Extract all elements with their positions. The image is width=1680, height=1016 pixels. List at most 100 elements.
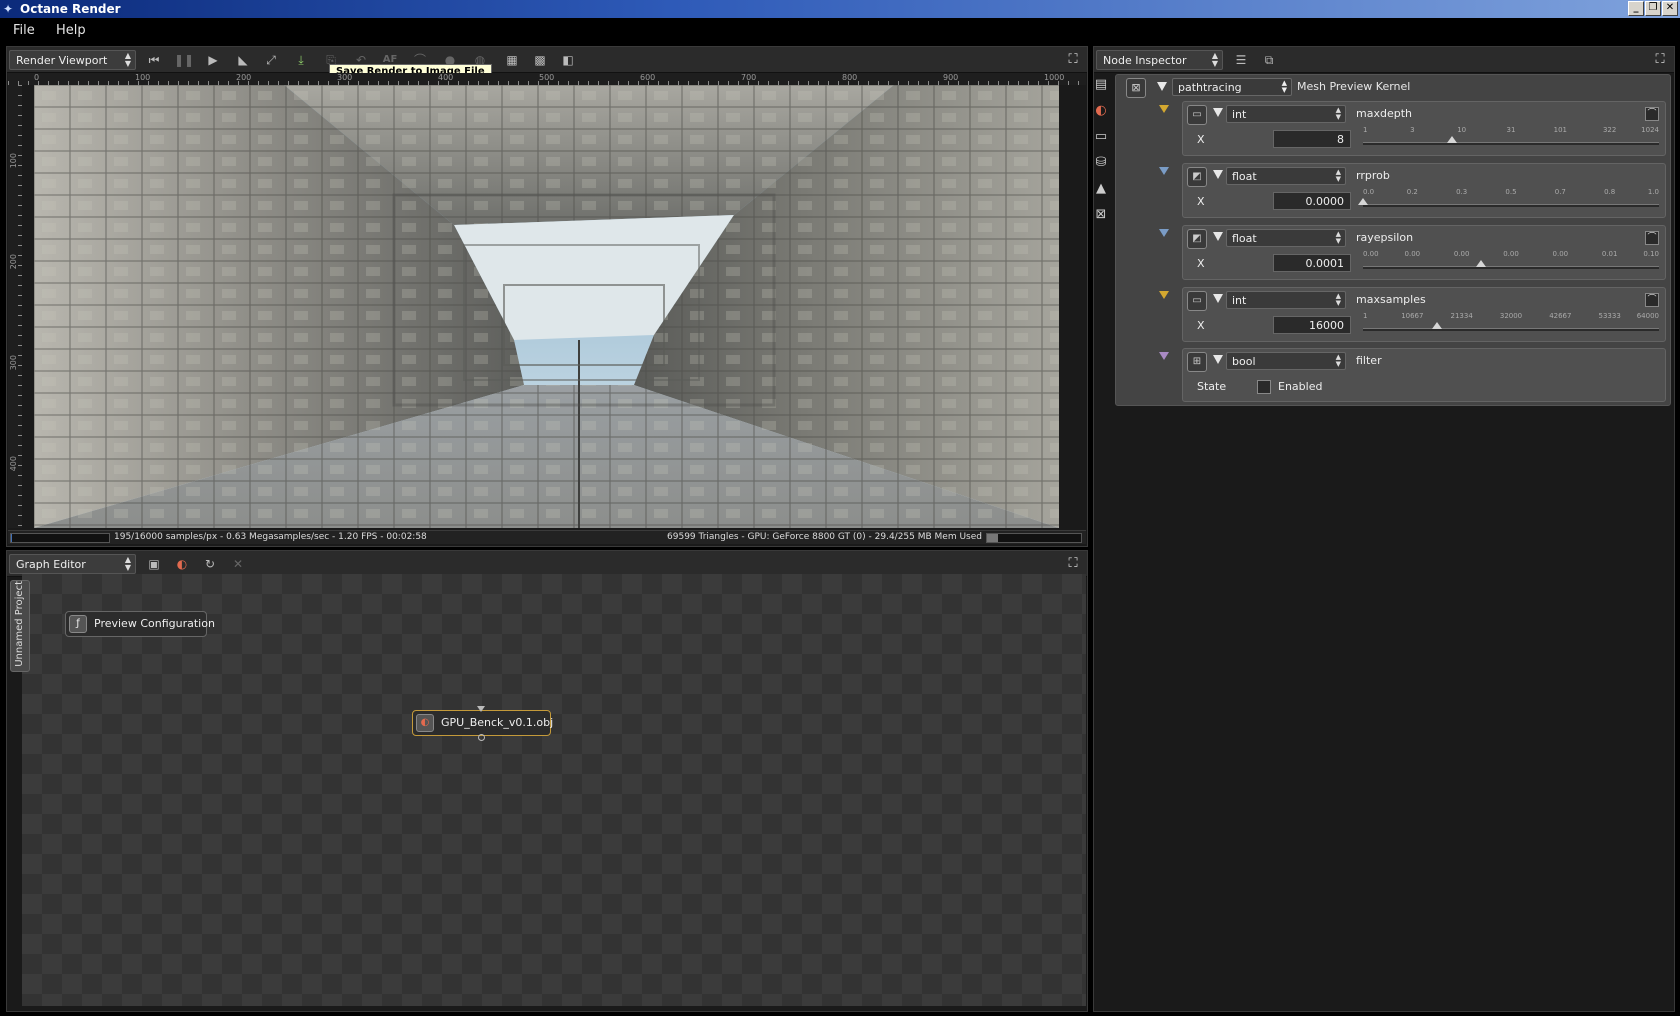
render-status-bar: 195/16000 samples/px - 0.63 Megasamples/… bbox=[8, 530, 1086, 544]
new-node-icon[interactable]: ▣ bbox=[144, 555, 164, 573]
slider-thumb[interactable] bbox=[1446, 136, 1457, 143]
minimize-button[interactable]: _ bbox=[1628, 1, 1644, 16]
param-type-select[interactable]: float ▲ ▼ bbox=[1226, 229, 1346, 247]
param-rrprob: ◩ float ▲ ▼ rrprob X 0.0000 0.0 0.2 0.3 0.5 0… bbox=[1159, 163, 1666, 218]
delete-node-icon[interactable]: ✕ bbox=[228, 555, 248, 573]
param-type-select[interactable]: bool ▲ ▼ bbox=[1226, 352, 1346, 370]
select-arrows-icon: ▲ ▼ bbox=[124, 51, 131, 68]
curve-toggle-icon[interactable]: ⌒ bbox=[1645, 231, 1659, 245]
frame-icon[interactable]: ◧ bbox=[558, 51, 578, 69]
project-tab[interactable]: Unnamed Project bbox=[10, 580, 30, 672]
expand-triangle-icon[interactable] bbox=[1213, 108, 1223, 117]
graph-node-preview-configuration[interactable]: ƒ Preview Configuration bbox=[65, 611, 215, 637]
render-progress-fill bbox=[11, 534, 13, 542]
value-slider[interactable]: 1 10667 21334 32000 42667 53333 64000 bbox=[1363, 312, 1659, 338]
inspector-panel-type-select[interactable]: Node Inspector ▲ ▼ bbox=[1096, 50, 1223, 70]
slider-track[interactable] bbox=[1363, 328, 1659, 331]
material-icon[interactable]: ⛁ bbox=[1092, 154, 1110, 172]
picture-icon[interactable]: ▲ bbox=[1092, 180, 1110, 198]
close-button[interactable]: ✕ bbox=[1662, 1, 1678, 16]
curve-toggle-icon[interactable]: ⌒ bbox=[1645, 107, 1659, 121]
node-graph-canvas[interactable] bbox=[22, 574, 1086, 1006]
ruler-tick-label: 1000 bbox=[1044, 73, 1065, 82]
list-icon[interactable]: ▭ bbox=[1092, 128, 1110, 146]
inspector-content: ⊠ pathtracing ▲ ▼ Mesh Preview Kernel ▭ i… bbox=[1115, 74, 1671, 406]
param-type-select[interactable]: int ▲ ▼ bbox=[1226, 105, 1346, 123]
render-progress-bar bbox=[10, 533, 110, 543]
kernel-type-select[interactable]: pathtracing ▲ ▼ bbox=[1172, 78, 1292, 96]
expand-triangle-icon[interactable] bbox=[1213, 232, 1223, 241]
enabled-checkbox[interactable] bbox=[1257, 380, 1271, 394]
slider-scale-label: 1 bbox=[1363, 126, 1368, 134]
maximize-icon[interactable]: ⛶ bbox=[1065, 556, 1081, 572]
project-tab-label: Unnamed Project bbox=[14, 581, 25, 667]
slider-track[interactable] bbox=[1363, 142, 1659, 145]
rendered-tunnel-image bbox=[34, 85, 1059, 528]
pause-icon[interactable]: ❚❚ bbox=[174, 51, 194, 69]
node-input-pin[interactable] bbox=[477, 706, 485, 712]
rewind-icon[interactable]: ⏮ bbox=[144, 51, 164, 69]
value-slider[interactable]: 1 3 10 31 101 322 1024 bbox=[1363, 126, 1659, 152]
pin-icon[interactable] bbox=[1159, 352, 1169, 360]
play-icon[interactable]: ▶ bbox=[203, 51, 223, 69]
slider-scale-label: 322 bbox=[1602, 126, 1617, 134]
save-render-icon[interactable]: ⤓ bbox=[291, 51, 311, 69]
panel-type-select[interactable]: Render Viewport ▲ ▼ bbox=[9, 50, 136, 70]
expand-triangle-icon[interactable] bbox=[1157, 82, 1167, 91]
value-field[interactable]: 0.0001 bbox=[1273, 254, 1351, 272]
param-type-label: bool bbox=[1232, 355, 1256, 368]
pin-icon[interactable] bbox=[1159, 167, 1169, 175]
resize-icon[interactable]: ⤢ bbox=[261, 51, 281, 69]
value-field[interactable]: 8 bbox=[1273, 130, 1351, 148]
graph-node-mesh[interactable]: ◐ GPU_Benck_v0.1.obj bbox=[412, 710, 553, 736]
slider-track[interactable] bbox=[1363, 204, 1659, 207]
slider-thumb[interactable] bbox=[1432, 322, 1442, 329]
kernel-icon[interactable]: ⊠ bbox=[1092, 206, 1110, 224]
value-field[interactable]: 0.0000 bbox=[1273, 192, 1351, 210]
slider-scale-label: 3 bbox=[1410, 126, 1415, 134]
graph-panel-type-select[interactable]: Graph Editor ▲ ▼ bbox=[9, 554, 136, 574]
param-type-select[interactable]: float ▲ ▼ bbox=[1226, 167, 1346, 185]
value-slider[interactable]: 0.0 0.2 0.3 0.5 0.7 0.8 1.0 bbox=[1358, 188, 1659, 214]
bool-param-icon: ⊞ bbox=[1187, 352, 1207, 372]
memory-bar-fill bbox=[987, 534, 998, 542]
mesh-icon[interactable]: ◐ bbox=[1092, 102, 1110, 120]
pin-icon[interactable] bbox=[1159, 105, 1169, 113]
graph-panel-type-label: Graph Editor bbox=[16, 558, 86, 571]
slider-scale-label: 0.3 bbox=[1456, 188, 1468, 196]
value-field[interactable]: 16000 bbox=[1273, 316, 1351, 334]
ruler-tick-label: 500 bbox=[539, 73, 555, 82]
mesh-node-icon[interactable]: ◐ bbox=[172, 555, 192, 573]
restore-button[interactable]: ❐ bbox=[1645, 1, 1661, 16]
region-icon[interactable]: ▦ bbox=[502, 51, 522, 69]
checker-icon[interactable]: ▩ bbox=[530, 51, 550, 69]
menu-help[interactable]: Help bbox=[56, 23, 86, 38]
render-image[interactable] bbox=[34, 85, 1059, 528]
maximize-icon[interactable]: ⛶ bbox=[1652, 52, 1668, 68]
pin-icon[interactable] bbox=[1159, 291, 1169, 299]
slider-scale: 1 3 10 31 101 322 1024 bbox=[1363, 126, 1659, 136]
kernel-icon: ƒ bbox=[69, 615, 87, 633]
collapse-all-icon[interactable]: ☰ bbox=[1231, 51, 1251, 69]
slider-thumb[interactable] bbox=[1476, 260, 1487, 267]
expand-triangle-icon[interactable] bbox=[1213, 294, 1223, 303]
expand-all-icon[interactable]: ⧉ bbox=[1259, 51, 1279, 69]
slider-track[interactable] bbox=[1363, 266, 1659, 269]
camera-icon[interactable]: ◣ bbox=[233, 51, 253, 69]
pin-icon[interactable] bbox=[1159, 229, 1169, 237]
expand-triangle-icon[interactable] bbox=[1213, 170, 1223, 179]
value-slider[interactable]: 0.00 0.00 0.00 0.00 0.00 0.01 0.10 bbox=[1363, 250, 1659, 276]
param-type-select[interactable]: int ▲ ▼ bbox=[1226, 291, 1346, 309]
curve-toggle-icon[interactable]: ⌒ bbox=[1645, 293, 1659, 307]
node-output-pin[interactable] bbox=[478, 734, 485, 741]
ruler-tick-label: 100 bbox=[135, 73, 151, 82]
slider-scale-label: 0.8 bbox=[1604, 188, 1616, 196]
slider-scale-label: 10 bbox=[1457, 126, 1467, 134]
select-arrows-icon: ▲ ▼ bbox=[1335, 106, 1341, 121]
refresh-icon[interactable]: ↻ bbox=[200, 555, 220, 573]
image-icon[interactable]: ▤ bbox=[1092, 76, 1110, 94]
expand-triangle-icon[interactable] bbox=[1213, 355, 1223, 364]
menu-file[interactable]: File bbox=[13, 23, 35, 38]
slider-thumb[interactable] bbox=[1358, 198, 1368, 205]
maximize-icon[interactable]: ⛶ bbox=[1065, 52, 1081, 68]
